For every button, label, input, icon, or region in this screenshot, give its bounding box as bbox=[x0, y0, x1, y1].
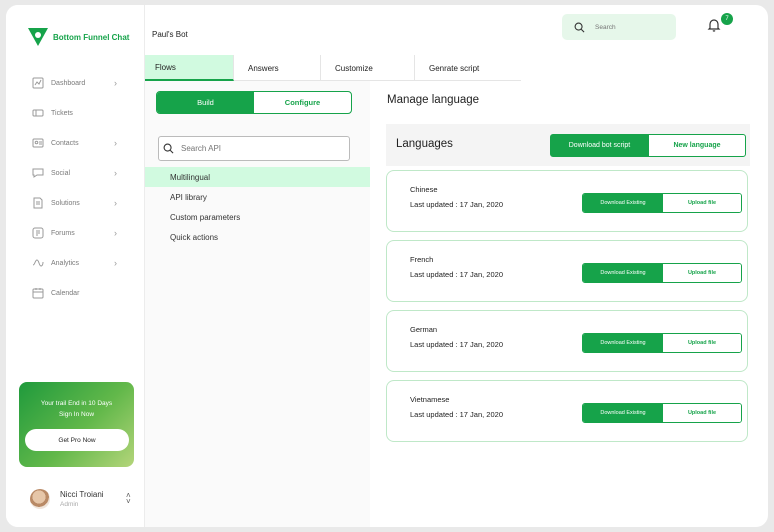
calendar-icon bbox=[32, 288, 44, 299]
forum-icon bbox=[32, 227, 44, 239]
upload-file-button[interactable]: Upload file bbox=[663, 334, 741, 352]
app-window: Bottom Funnel Chat Dashboard › Tickets C… bbox=[6, 5, 768, 527]
page-title: Manage language bbox=[387, 94, 480, 106]
sidebar-item-label: Solutions bbox=[51, 199, 80, 207]
sidebar-item-label: Forums bbox=[51, 229, 75, 237]
user-role: Admin bbox=[60, 501, 79, 508]
download-bot-script-button[interactable]: Download bot script bbox=[550, 134, 649, 157]
language-actions: Download Existing Upload file bbox=[582, 403, 742, 423]
language-updated: Last updated : 17 Jan, 2020 bbox=[410, 200, 503, 209]
new-language-button[interactable]: New language bbox=[648, 134, 746, 157]
bot-name: Paul's Bot bbox=[152, 30, 188, 39]
download-existing-button[interactable]: Download Existing bbox=[583, 334, 663, 352]
list-item-custom-parameters[interactable]: Custom parameters bbox=[145, 207, 370, 227]
brand-name: Bottom Funnel Chat bbox=[53, 32, 130, 42]
sidebar-item-label: Analytics bbox=[51, 259, 80, 267]
language-name: Chinese bbox=[410, 185, 438, 194]
language-updated: Last updated : 17 Jan, 2020 bbox=[410, 270, 503, 279]
sidebar: Bottom Funnel Chat Dashboard › Tickets C… bbox=[6, 5, 145, 527]
user-name: Nicci Troiani bbox=[60, 490, 104, 499]
sidebar-item-forums[interactable]: Forums › bbox=[6, 218, 145, 248]
analytics-icon bbox=[32, 259, 44, 267]
avatar bbox=[30, 489, 50, 509]
language-name: French bbox=[410, 255, 434, 264]
sidebar-item-calendar[interactable]: Calendar bbox=[6, 278, 145, 308]
language-updated: Last updated : 17 Jan, 2020 bbox=[410, 340, 503, 349]
sidebar-item-social[interactable]: Social › bbox=[6, 158, 145, 188]
sidebar-item-solutions[interactable]: Solutions › bbox=[6, 188, 145, 218]
tab-bar: Flows Answers Customize Genrate script bbox=[145, 55, 521, 81]
list-item-api-library[interactable]: API library bbox=[145, 187, 370, 207]
sidebar-item-label: Contacts bbox=[51, 139, 79, 147]
sidebar-item-label: Dashboard bbox=[51, 79, 86, 87]
tab-answers[interactable]: Answers bbox=[234, 55, 321, 81]
chat-icon bbox=[32, 168, 44, 178]
sidebar-nav: Dashboard › Tickets Contacts › Social › … bbox=[6, 68, 145, 308]
api-list: Multilingual API library Custom paramete… bbox=[145, 167, 370, 247]
sidebar-item-dashboard[interactable]: Dashboard › bbox=[6, 68, 145, 98]
search-input[interactable] bbox=[595, 23, 675, 31]
sidebar-item-label: Tickets bbox=[51, 109, 73, 117]
api-search-input[interactable] bbox=[181, 144, 331, 153]
language-card-french: French Last updated : 17 Jan, 2020 Downl… bbox=[386, 240, 748, 302]
language-card-german: German Last updated : 17 Jan, 2020 Downl… bbox=[386, 310, 748, 372]
brand-logo[interactable]: Bottom Funnel Chat bbox=[28, 27, 129, 47]
language-card-vietnamese: Vietnamese Last updated : 17 Jan, 2020 D… bbox=[386, 380, 748, 442]
languages-header: Languages Download bot script New langua… bbox=[386, 124, 750, 166]
ticket-icon bbox=[32, 109, 44, 117]
chart-icon bbox=[32, 77, 44, 89]
language-updated: Last updated : 17 Jan, 2020 bbox=[410, 410, 503, 419]
build-configure-toggle: Build Configure bbox=[156, 91, 352, 114]
list-item-quick-actions[interactable]: Quick actions bbox=[145, 227, 370, 247]
sidebar-item-analytics[interactable]: Analytics › bbox=[6, 248, 145, 278]
upload-file-button[interactable]: Upload file bbox=[663, 264, 741, 282]
contacts-icon bbox=[32, 138, 44, 148]
chevron-updown-icon[interactable]: ˄ ˅ bbox=[126, 492, 131, 506]
sidebar-item-tickets[interactable]: Tickets bbox=[6, 98, 145, 128]
tab-customize[interactable]: Customize bbox=[321, 55, 415, 81]
sidebar-item-label: Social bbox=[51, 169, 71, 177]
language-name: German bbox=[410, 325, 438, 334]
chevron-right-icon: › bbox=[114, 138, 117, 148]
sidebar-item-label: Calendar bbox=[51, 289, 80, 297]
promo-line-1: Your trail End in 10 Days bbox=[40, 400, 113, 407]
download-existing-button[interactable]: Download Existing bbox=[583, 404, 663, 422]
global-search[interactable] bbox=[562, 14, 676, 40]
language-card-chinese: Chinese Last updated : 17 Jan, 2020 Down… bbox=[386, 170, 748, 232]
chevron-right-icon: › bbox=[114, 198, 117, 208]
chevron-right-icon: › bbox=[114, 258, 117, 268]
language-name: Vietnamese bbox=[410, 395, 450, 404]
chevron-right-icon: › bbox=[114, 78, 117, 88]
tab-flows[interactable]: Flows bbox=[145, 55, 234, 81]
logo-icon bbox=[28, 28, 48, 46]
user-profile[interactable]: Nicci Troiani Admin ˄ ˅ bbox=[30, 489, 135, 509]
get-pro-button[interactable]: Get Pro Now bbox=[25, 429, 129, 451]
user-info: Nicci Troiani Admin bbox=[60, 490, 104, 508]
flows-panel: Build Configure Multilingual API library… bbox=[145, 81, 370, 527]
document-icon bbox=[33, 197, 43, 209]
language-actions: Download Existing Upload file bbox=[582, 263, 742, 283]
languages-title: Languages bbox=[396, 138, 453, 150]
language-actions: Download Existing Upload file bbox=[582, 193, 742, 213]
language-actions: Download Existing Upload file bbox=[582, 333, 742, 353]
download-existing-button[interactable]: Download Existing bbox=[583, 194, 663, 212]
tab-generate-script[interactable]: Genrate script bbox=[415, 55, 521, 81]
list-item-multilingual[interactable]: Multilingual bbox=[145, 167, 370, 187]
build-button[interactable]: Build bbox=[157, 92, 254, 113]
configure-button[interactable]: Configure bbox=[254, 92, 351, 113]
chevron-right-icon: › bbox=[114, 228, 117, 238]
trial-promo-card: Your trail End in 10 Days Sign In Now Ge… bbox=[19, 382, 134, 467]
download-existing-button[interactable]: Download Existing bbox=[583, 264, 663, 282]
chevron-right-icon: › bbox=[114, 168, 117, 178]
upload-file-button[interactable]: Upload file bbox=[663, 404, 741, 422]
search-icon bbox=[574, 22, 585, 32]
notification-badge: 7 bbox=[721, 13, 733, 25]
promo-line-2: Sign In Now bbox=[58, 411, 95, 418]
bell-icon[interactable] bbox=[707, 18, 721, 32]
sidebar-item-contacts[interactable]: Contacts › bbox=[6, 128, 145, 158]
promo-text: Your trail End in 10 Days Sign In Now bbox=[19, 398, 134, 420]
api-search[interactable] bbox=[158, 136, 350, 161]
search-icon bbox=[163, 143, 174, 154]
upload-file-button[interactable]: Upload file bbox=[663, 194, 741, 212]
